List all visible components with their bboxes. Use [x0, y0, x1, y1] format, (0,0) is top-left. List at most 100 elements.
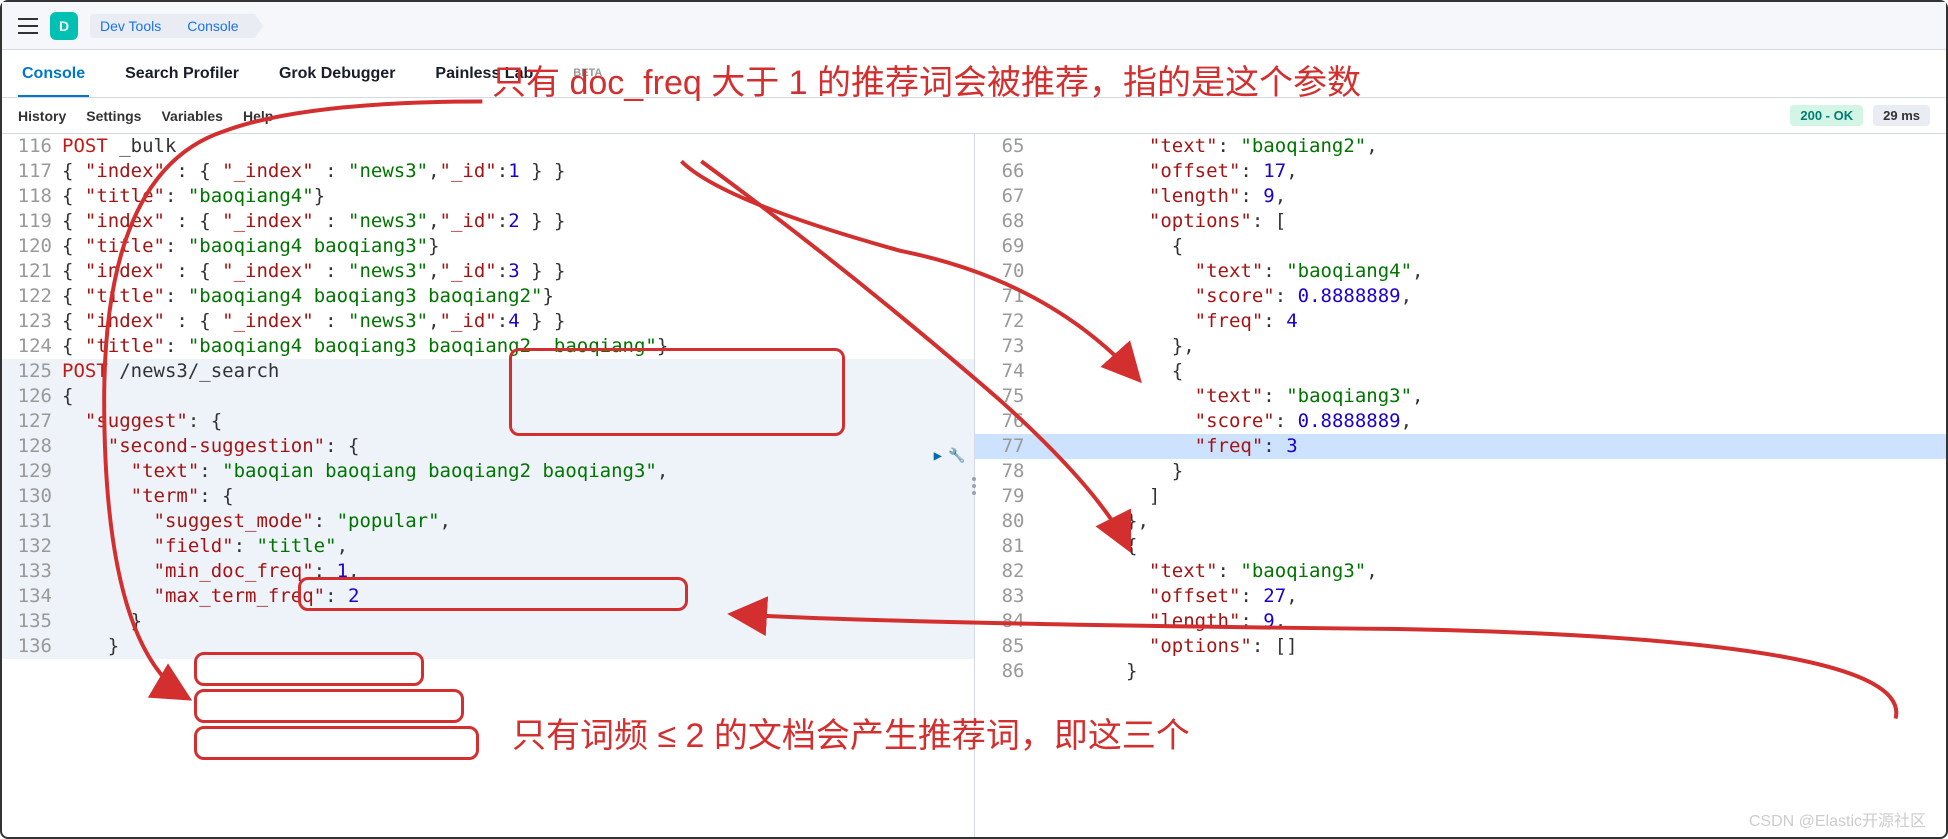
run-controls[interactable]: ▶ 🔧: [934, 444, 966, 469]
code-line[interactable]: 118{ "title": "baoqiang4"}: [2, 184, 974, 209]
code-content[interactable]: "field": "title",: [62, 534, 974, 559]
code-line[interactable]: 67 "length": 9,: [975, 184, 1947, 209]
code-line[interactable]: 128 "second-suggestion": {: [2, 434, 974, 459]
code-line[interactable]: 76 "score": 0.8888889,: [975, 409, 1947, 434]
code-content[interactable]: "freq": 3: [1035, 434, 1947, 459]
code-content[interactable]: { "title": "baoqiang4"}: [62, 184, 974, 209]
code-content[interactable]: "term": {: [62, 484, 974, 509]
code-line[interactable]: 82 "text": "baoqiang3",: [975, 559, 1947, 584]
code-line[interactable]: 71 "score": 0.8888889,: [975, 284, 1947, 309]
response-pane[interactable]: 65 "text": "baoqiang2",66 "offset": 17,6…: [975, 134, 1947, 837]
code-line[interactable]: 74 {: [975, 359, 1947, 384]
code-content[interactable]: "offset": 17,: [1035, 159, 1947, 184]
breadcrumb-console[interactable]: Console: [177, 14, 254, 38]
code-line[interactable]: 131 "suggest_mode": "popular",: [2, 509, 974, 534]
code-line[interactable]: 125POST /news3/_search: [2, 359, 974, 384]
code-line[interactable]: 133 "min_doc_freq": 1,: [2, 559, 974, 584]
code-line[interactable]: 75 "text": "baoqiang3",: [975, 384, 1947, 409]
code-content[interactable]: { "title": "baoqiang4 baoqiang3 baoqiang…: [62, 334, 974, 359]
code-line[interactable]: 84 "length": 9,: [975, 609, 1947, 634]
code-content[interactable]: "text": "baoqiang2",: [1035, 134, 1947, 159]
code-line[interactable]: 135 }: [2, 609, 974, 634]
code-line[interactable]: 78 }: [975, 459, 1947, 484]
code-line[interactable]: 121{ "index" : { "_index" : "news3","_id…: [2, 259, 974, 284]
code-line[interactable]: 73 },: [975, 334, 1947, 359]
split-handle[interactable]: [970, 466, 978, 506]
code-line[interactable]: 70 "text": "baoqiang4",: [975, 259, 1947, 284]
code-line[interactable]: 127 "suggest": {: [2, 409, 974, 434]
code-content[interactable]: "max_term_freq": 2: [62, 584, 974, 609]
code-line[interactable]: 83 "offset": 27,: [975, 584, 1947, 609]
menu-icon[interactable]: [18, 18, 38, 34]
code-content[interactable]: {: [62, 384, 974, 409]
code-line[interactable]: 117{ "index" : { "_index" : "news3","_id…: [2, 159, 974, 184]
code-line[interactable]: 116POST _bulk: [2, 134, 974, 159]
code-content[interactable]: "suggest": {: [62, 409, 974, 434]
code-line[interactable]: 124{ "title": "baoqiang4 baoqiang3 baoqi…: [2, 334, 974, 359]
history-button[interactable]: History: [18, 108, 66, 124]
code-line[interactable]: 81 {: [975, 534, 1947, 559]
code-content[interactable]: { "index" : { "_index" : "news3","_id":4…: [62, 309, 974, 334]
tab-grok-debugger[interactable]: Grok Debugger: [275, 53, 399, 97]
code-line[interactable]: 79 ]: [975, 484, 1947, 509]
logo[interactable]: D: [50, 12, 78, 40]
code-content[interactable]: "text": "baoqiang3",: [1035, 384, 1947, 409]
code-content[interactable]: }: [62, 609, 974, 634]
breadcrumb-devtools[interactable]: Dev Tools: [90, 14, 177, 38]
code-content[interactable]: "options": [: [1035, 209, 1947, 234]
play-icon[interactable]: ▶: [934, 444, 942, 469]
code-line[interactable]: 120{ "title": "baoqiang4 baoqiang3"}: [2, 234, 974, 259]
code-content[interactable]: {: [1035, 359, 1947, 384]
code-content[interactable]: "second-suggestion": {: [62, 434, 974, 459]
code-line[interactable]: 130 "term": {: [2, 484, 974, 509]
code-line[interactable]: 129 "text": "baoqian baoqiang baoqiang2 …: [2, 459, 974, 484]
code-line[interactable]: 86 }: [975, 659, 1947, 684]
code-content[interactable]: "options": []: [1035, 634, 1947, 659]
code-line[interactable]: 132 "field": "title",: [2, 534, 974, 559]
code-content[interactable]: "length": 9,: [1035, 184, 1947, 209]
code-line[interactable]: 136 }: [2, 634, 974, 659]
code-line[interactable]: 122{ "title": "baoqiang4 baoqiang3 baoqi…: [2, 284, 974, 309]
code-content[interactable]: "freq": 4: [1035, 309, 1947, 334]
code-content[interactable]: "text": "baoqiang4",: [1035, 259, 1947, 284]
code-line[interactable]: 68 "options": [: [975, 209, 1947, 234]
code-content[interactable]: POST _bulk: [62, 134, 974, 159]
code-line[interactable]: 69 {: [975, 234, 1947, 259]
wrench-icon[interactable]: 🔧: [948, 444, 965, 469]
code-content[interactable]: {: [1035, 534, 1947, 559]
code-line[interactable]: 65 "text": "baoqiang2",: [975, 134, 1947, 159]
tab-search-profiler[interactable]: Search Profiler: [121, 53, 243, 97]
code-content[interactable]: POST /news3/_search: [62, 359, 974, 384]
code-content[interactable]: { "index" : { "_index" : "news3","_id":1…: [62, 159, 974, 184]
code-content[interactable]: }: [1035, 659, 1947, 684]
code-content[interactable]: },: [1035, 334, 1947, 359]
code-content[interactable]: ]: [1035, 484, 1947, 509]
code-content[interactable]: }: [62, 634, 974, 659]
code-line[interactable]: 77 "freq": 3: [975, 434, 1947, 459]
code-line[interactable]: 66 "offset": 17,: [975, 159, 1947, 184]
code-content[interactable]: {: [1035, 234, 1947, 259]
help-button[interactable]: Help: [243, 108, 273, 124]
code-content[interactable]: }: [1035, 459, 1947, 484]
settings-button[interactable]: Settings: [86, 108, 141, 124]
code-content[interactable]: { "title": "baoqiang4 baoqiang3 baoqiang…: [62, 284, 974, 309]
tab-console[interactable]: Console: [18, 53, 89, 97]
code-line[interactable]: 119{ "index" : { "_index" : "news3","_id…: [2, 209, 974, 234]
variables-button[interactable]: Variables: [161, 108, 223, 124]
code-content[interactable]: "text": "baoqian baoqiang baoqiang2 baoq…: [62, 459, 974, 484]
code-line[interactable]: 80 },: [975, 509, 1947, 534]
tab-painless-lab[interactable]: Painless Lab: [431, 53, 537, 97]
code-content[interactable]: "score": 0.8888889,: [1035, 284, 1947, 309]
code-line[interactable]: 72 "freq": 4: [975, 309, 1947, 334]
code-content[interactable]: "text": "baoqiang3",: [1035, 559, 1947, 584]
code-content[interactable]: { "index" : { "_index" : "news3","_id":2…: [62, 209, 974, 234]
code-content[interactable]: "suggest_mode": "popular",: [62, 509, 974, 534]
code-line[interactable]: 134 "max_term_freq": 2: [2, 584, 974, 609]
code-line[interactable]: 126{: [2, 384, 974, 409]
code-content[interactable]: { "index" : { "_index" : "news3","_id":3…: [62, 259, 974, 284]
request-pane[interactable]: ▶ 🔧 116POST _bulk117{ "index" : { "_inde…: [2, 134, 975, 837]
code-content[interactable]: { "title": "baoqiang4 baoqiang3"}: [62, 234, 974, 259]
code-content[interactable]: "min_doc_freq": 1,: [62, 559, 974, 584]
code-content[interactable]: "offset": 27,: [1035, 584, 1947, 609]
code-content[interactable]: },: [1035, 509, 1947, 534]
